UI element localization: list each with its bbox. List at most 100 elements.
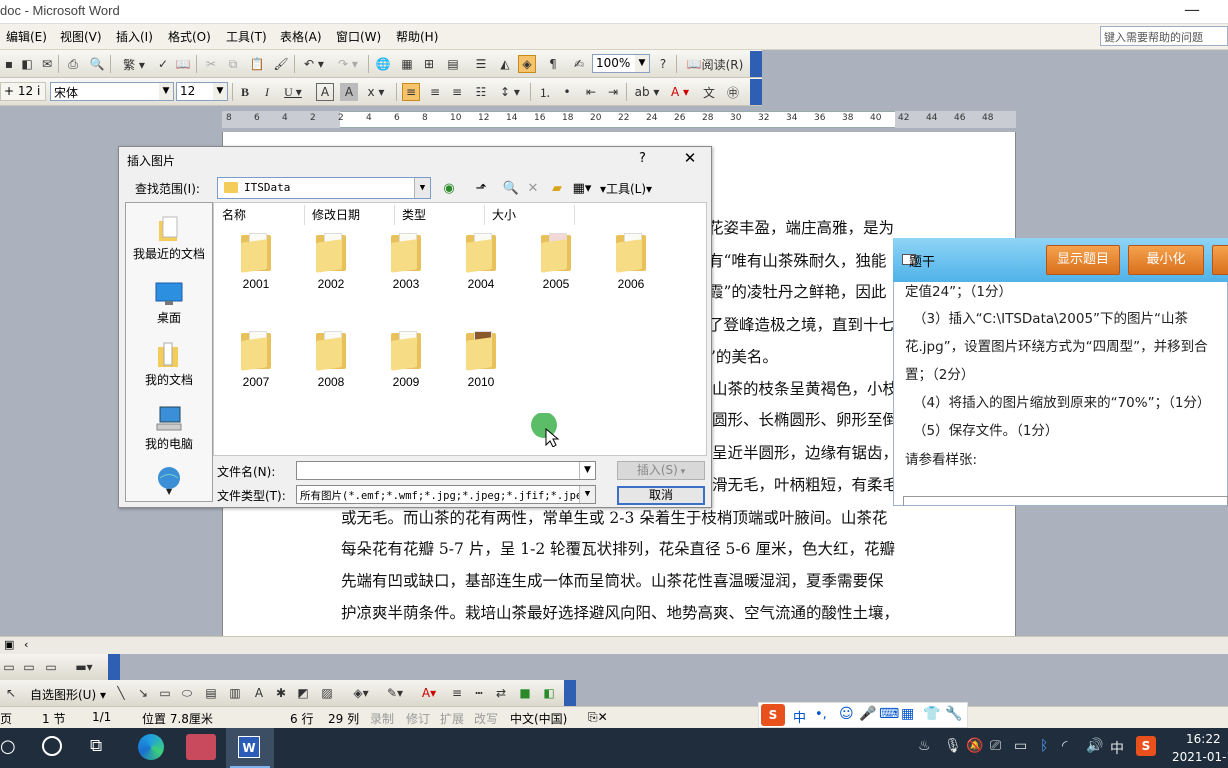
- sogou-tray-icon[interactable]: S: [1136, 736, 1156, 756]
- toolbar-options-handle[interactable]: [750, 79, 762, 105]
- clipart-icon[interactable]: ◩: [294, 684, 312, 702]
- cortana-icon[interactable]: [42, 736, 62, 756]
- help-button[interactable]: ?: [639, 151, 646, 166]
- oval-icon[interactable]: ⬭: [178, 684, 196, 702]
- italic-icon[interactable]: I: [258, 83, 276, 101]
- folder-item[interactable]: 2005: [524, 233, 588, 291]
- toolbar-options-handle[interactable]: [564, 680, 576, 706]
- numbering-icon[interactable]: ⒈: [536, 83, 554, 101]
- bluetooth-icon[interactable]: ᛒ: [1040, 738, 1048, 754]
- look-in-combo[interactable]: ITSData ▼: [217, 177, 431, 199]
- next-comment-icon[interactable]: ▭: [42, 658, 60, 676]
- email-icon[interactable]: ✉: [38, 55, 56, 73]
- filetype-combo[interactable]: 所有图片(*.emf;*.wmf;*.jpg;*.jpeg;*.jfif;*.j…: [296, 485, 596, 504]
- volume-icon[interactable]: 🔊: [1086, 738, 1103, 754]
- menu-insert[interactable]: 插入(I): [114, 28, 155, 45]
- char-border-icon[interactable]: A: [316, 83, 334, 101]
- research-icon[interactable]: 📖: [174, 55, 192, 73]
- insert-button[interactable]: 插入(S) ▾: [617, 461, 705, 480]
- 3d-style-icon[interactable]: ◧: [540, 684, 558, 702]
- column-type[interactable]: 类型: [402, 206, 426, 223]
- place-my-computer[interactable]: 我的电脑: [126, 405, 212, 452]
- read-button[interactable]: 📖 阅读(R): [684, 55, 746, 73]
- chevron-down-icon[interactable]: ▼: [579, 486, 595, 503]
- cut-icon[interactable]: ✂: [202, 55, 220, 73]
- phonetic-guide-icon[interactable]: 文: [700, 83, 718, 101]
- char-scale-icon[interactable]: ⅹ ▾: [362, 83, 390, 101]
- place-my-documents[interactable]: 我的文档: [126, 341, 212, 388]
- menu-help[interactable]: 帮助(H): [394, 28, 440, 45]
- menu-window[interactable]: 窗口(W): [334, 28, 383, 45]
- place-desktop[interactable]: 桌面: [126, 279, 212, 326]
- line-icon[interactable]: ╲: [112, 684, 130, 702]
- place-recent[interactable]: 我最近的文档: [126, 215, 212, 262]
- column-modified[interactable]: 修改日期: [312, 206, 360, 223]
- spelling-icon[interactable]: ✓: [154, 55, 172, 73]
- column-name[interactable]: 名称: [222, 206, 246, 223]
- folder-item[interactable]: 2002: [299, 233, 363, 291]
- clock-time[interactable]: 16:22: [1186, 732, 1221, 746]
- keyboard-icon[interactable]: ⌨: [879, 706, 899, 722]
- close-button[interactable]: ✕: [679, 149, 701, 167]
- tables-borders-icon[interactable]: ▦: [398, 55, 416, 73]
- increase-indent-icon[interactable]: ⇥: [604, 83, 622, 101]
- line-style-icon[interactable]: ≡: [448, 684, 466, 702]
- autoshapes-menu[interactable]: 自选图形(U) ▾: [30, 686, 106, 703]
- delete-icon[interactable]: ✕: [523, 179, 543, 199]
- document-map-icon[interactable]: ◈: [518, 55, 536, 73]
- microphone-icon[interactable]: 🎙: [944, 738, 962, 754]
- status-trk[interactable]: 修订: [406, 710, 430, 727]
- punctuation-icon[interactable]: •,: [815, 707, 827, 722]
- folder-item[interactable]: 2010: [449, 331, 513, 389]
- search-web-icon[interactable]: 🔍: [501, 179, 521, 199]
- battery-icon[interactable]: ▭: [1014, 738, 1027, 754]
- cancel-button[interactable]: 取消: [617, 486, 705, 505]
- tools-menu[interactable]: ▾工具(L)▾: [597, 179, 655, 199]
- horizontal-scrollbar[interactable]: ▣ ‹: [0, 636, 1228, 654]
- spelling-status-icon[interactable]: ⎘✕: [588, 710, 608, 725]
- menu-edit[interactable]: 编辑(E): [4, 28, 49, 45]
- column-size[interactable]: 大小: [492, 206, 516, 223]
- status-rec[interactable]: 录制: [370, 710, 394, 727]
- font-color-icon[interactable]: A▾: [414, 684, 444, 702]
- shirt-icon[interactable]: 👕: [923, 706, 940, 722]
- monitor-icon[interactable]: ▬▾: [70, 658, 98, 676]
- save-icon[interactable]: ▪: [0, 55, 18, 73]
- fill-color-icon[interactable]: ◈▾: [346, 684, 376, 702]
- highlight-icon[interactable]: ab ▾: [632, 83, 662, 101]
- mute-icon[interactable]: 🔕: [966, 738, 983, 754]
- folder-item[interactable]: 2001: [224, 233, 288, 291]
- drawing-icon[interactable]: ◭: [496, 55, 514, 73]
- traditional-simplified-icon[interactable]: 繁 ▾: [116, 55, 152, 73]
- underline-icon[interactable]: U ▾: [280, 83, 306, 101]
- input-language[interactable]: 中: [1110, 738, 1124, 758]
- undo-icon[interactable]: ↶ ▾: [300, 55, 328, 73]
- tray-app-icon[interactable]: ♨: [918, 738, 931, 754]
- chevron-down-icon[interactable]: ▼: [213, 83, 227, 100]
- chevron-down-icon[interactable]: ▼: [414, 178, 430, 198]
- wrench-icon[interactable]: 🔧: [945, 706, 962, 722]
- vertical-textbox-icon[interactable]: ▥: [226, 684, 244, 702]
- wordart-icon[interactable]: A: [250, 684, 268, 702]
- chevron-down-icon[interactable]: ▼: [159, 83, 173, 100]
- back-icon[interactable]: ◉: [439, 179, 459, 199]
- arrow-style-icon[interactable]: ⇄: [492, 684, 510, 702]
- format-painter-icon[interactable]: 🖌: [272, 55, 290, 73]
- permission-icon[interactable]: ◧: [18, 55, 36, 73]
- bold-icon[interactable]: B: [236, 83, 254, 101]
- help-search-input[interactable]: 键入需要帮助的问题: [1100, 26, 1228, 46]
- font-size-combo[interactable]: 12 ▼: [176, 82, 228, 101]
- task-view-icon[interactable]: ⧉: [90, 736, 102, 756]
- prev-comment-icon[interactable]: ▭: [20, 658, 38, 676]
- menu-tools[interactable]: 工具(T): [224, 28, 269, 45]
- zoom-combo[interactable]: 100% ▼: [592, 54, 650, 73]
- paragraph-marks-icon[interactable]: ¶: [544, 55, 562, 73]
- columns-icon[interactable]: ☰: [472, 55, 490, 73]
- clock-date[interactable]: 2021-01-1: [1172, 750, 1228, 764]
- place-network[interactable]: ▼: [126, 465, 212, 497]
- font-name-combo[interactable]: 宋体 ▼: [50, 82, 174, 101]
- voice-icon[interactable]: 🎤: [859, 706, 876, 722]
- sogou-icon[interactable]: S: [761, 704, 785, 726]
- word-icon[interactable]: W: [238, 736, 260, 758]
- chevron-down-icon[interactable]: ▼: [579, 462, 595, 479]
